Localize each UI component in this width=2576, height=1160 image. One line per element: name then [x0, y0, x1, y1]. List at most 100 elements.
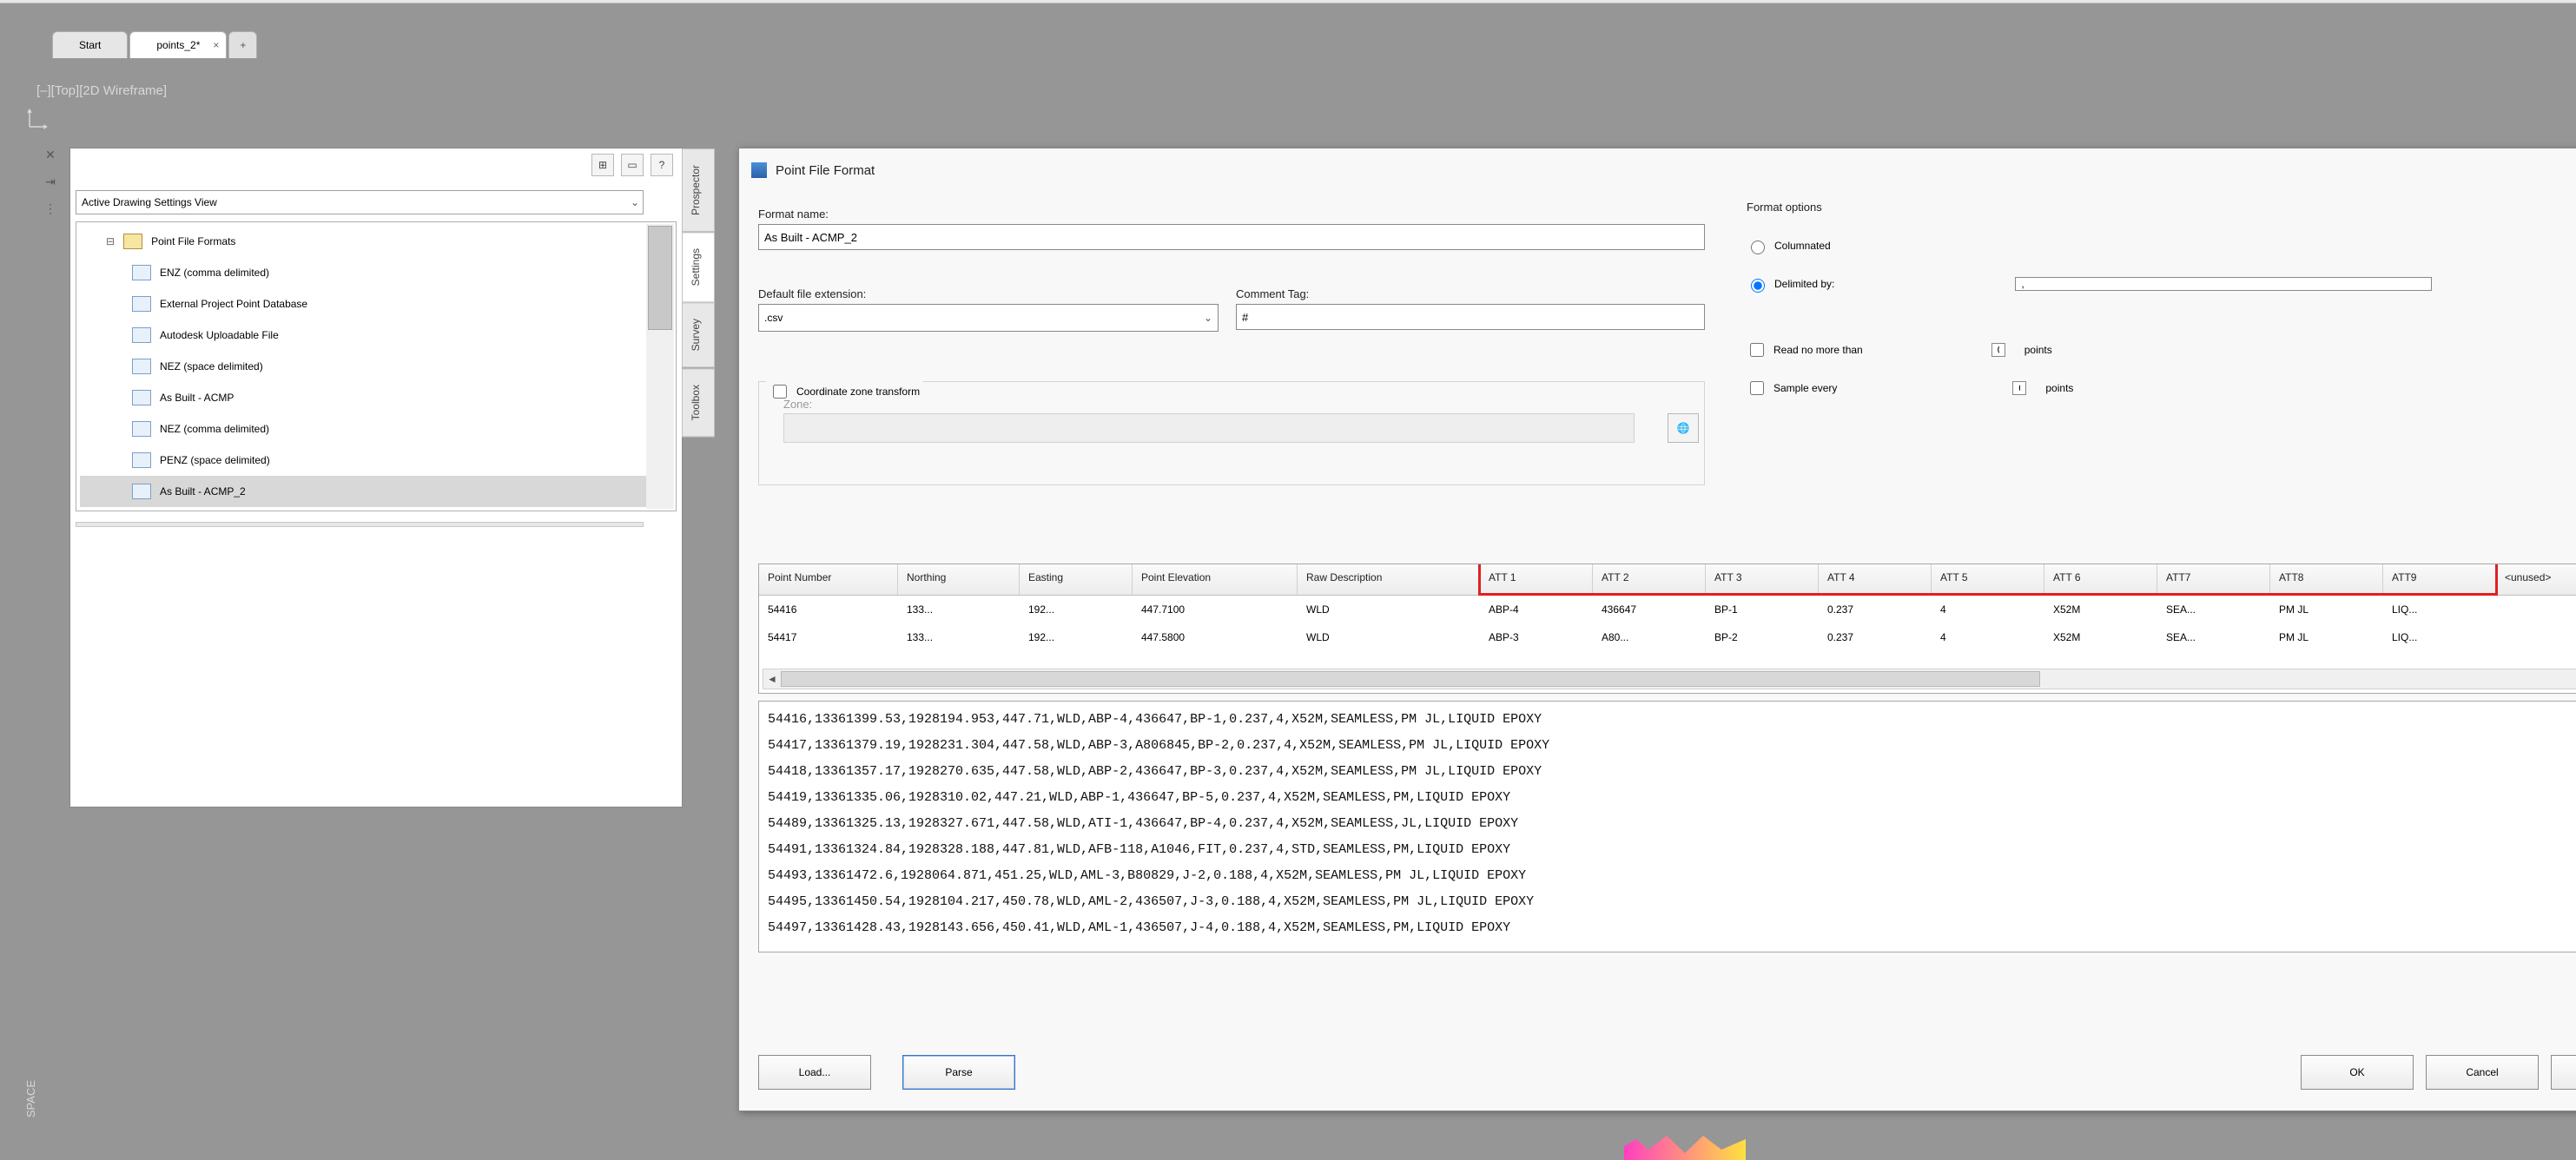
scroll-left-icon[interactable]: ◄ [763, 669, 781, 689]
pin-icon[interactable]: ⇥ [45, 175, 56, 189]
table-cell [2496, 634, 2576, 641]
default-ext-value: .csv [764, 312, 783, 324]
tree-scrollbar[interactable] [646, 224, 674, 509]
tab-start[interactable]: Start [52, 31, 128, 58]
viewport-label[interactable]: [–][Top][2D Wireframe] [36, 83, 167, 98]
zone-label: Zone: [783, 398, 812, 411]
load-button[interactable]: Load... [758, 1055, 871, 1090]
table-row[interactable]: 54417133...192...447.5800WLDABP-3A80...B… [759, 623, 2576, 651]
column-header[interactable]: Point Elevation [1133, 564, 1298, 595]
column-header[interactable]: ATT8 [2270, 564, 2383, 595]
tree-view-icon[interactable]: ▭ [621, 154, 644, 176]
column-header[interactable]: Point Number [759, 564, 898, 595]
table-cell: X52M [2044, 628, 2157, 647]
settings-view-dropdown[interactable]: Active Drawing Settings View ⌄ [76, 190, 644, 214]
toolspace-panel: ⊞ ▭ ? Active Drawing Settings View ⌄ ⊟Po… [69, 148, 683, 807]
tree-item[interactable]: PENZ (comma delimited) [80, 507, 672, 511]
format-name-label: Format name: [758, 208, 1705, 221]
columnated-radio[interactable] [1751, 241, 1765, 254]
tree-root[interactable]: ⊟Point File Formats [80, 226, 672, 257]
table-cell: PM JL [2270, 600, 2383, 619]
dialog-buttons: Load... Parse OK Cancel Help [758, 1055, 2576, 1090]
default-ext-dropdown[interactable]: .csv ⌄ [758, 304, 1219, 332]
ribbon-bar [0, 0, 2576, 3]
delimiter-input[interactable] [2015, 277, 2432, 291]
coord-zone-transform-label: Coordinate zone transform [796, 386, 920, 398]
close-icon[interactable]: × [213, 39, 219, 51]
column-header[interactable]: ATT7 [2157, 564, 2270, 595]
help-button[interactable]: Help [2551, 1055, 2576, 1090]
tree-item[interactable]: PENZ (space delimited) [80, 445, 672, 476]
tree-expand-icon[interactable]: ⊞ [591, 154, 614, 176]
table-cell: 4 [1932, 600, 2044, 619]
table-cell: 447.7100 [1133, 600, 1298, 619]
table-cell: 436647 [1593, 600, 1706, 619]
parse-button[interactable]: Parse [902, 1055, 1015, 1090]
drawing-graphic [1624, 1125, 1746, 1160]
document-tabs: Start points_2* × + [52, 23, 257, 58]
tree-item[interactable]: Autodesk Uploadable File [80, 320, 672, 351]
column-header[interactable]: ATT 4 [1819, 564, 1932, 595]
table-cell: 192... [1020, 628, 1133, 647]
grid-h-scrollbar[interactable]: ◄ ► [763, 669, 2576, 689]
raw-data-preview[interactable]: 54416,13361399.53,1928194.953,447.71,WLD… [758, 701, 2576, 952]
column-header[interactable]: Northing [898, 564, 1020, 595]
column-header[interactable]: ATT 1 [1480, 564, 1593, 595]
settings-tree: ⊟Point File FormatsENZ (comma delimited)… [76, 221, 677, 511]
delimited-radio[interactable] [1751, 279, 1765, 293]
tab-points2[interactable]: points_2* × [129, 31, 227, 58]
points-suffix: points [2024, 344, 2052, 356]
format-options-label: Format options [1747, 201, 1822, 214]
tree-item[interactable]: As Built - ACMP_2 [80, 476, 672, 507]
plus-icon: + [240, 39, 246, 51]
ok-button[interactable]: OK [2301, 1055, 2414, 1090]
chevron-down-icon: ⌄ [631, 196, 639, 208]
new-tab-button[interactable]: + [228, 31, 257, 58]
toolspace-tab-survey[interactable]: Survey [682, 302, 715, 367]
table-row[interactable]: 54416133...192...447.7100WLDABP-4436647B… [759, 596, 2576, 623]
column-mapping-grid[interactable]: Point NumberNorthingEastingPoint Elevati… [758, 564, 2576, 694]
toolspace-tab-settings[interactable]: Settings [682, 232, 715, 302]
settings-view-label: Active Drawing Settings View [82, 196, 217, 208]
help-icon[interactable]: ? [651, 154, 673, 176]
coord-zone-transform-checkbox[interactable] [773, 385, 787, 399]
dialog-titlebar[interactable]: Point File Format ✕ [739, 148, 2576, 192]
space-label: SPACE [24, 1080, 37, 1117]
default-ext-label: Default file extension: [758, 287, 1219, 300]
column-header[interactable]: ATT 2 [1593, 564, 1706, 595]
table-cell: 133... [898, 600, 1020, 619]
panel-splitter[interactable] [76, 522, 644, 527]
cancel-button[interactable]: Cancel [2426, 1055, 2539, 1090]
close-icon[interactable]: ✕ [45, 148, 56, 162]
cancel-button-label: Cancel [2466, 1066, 2498, 1078]
column-header[interactable]: <unused> [2496, 564, 2576, 595]
tree-item[interactable]: External Project Point Database [80, 288, 672, 320]
column-header[interactable]: ATT 3 [1706, 564, 1819, 595]
read-no-more-checkbox[interactable] [1750, 343, 1764, 357]
table-cell: 54416 [759, 600, 898, 619]
load-button-label: Load... [799, 1066, 831, 1078]
tree-item[interactable]: NEZ (space delimited) [80, 351, 672, 382]
column-header[interactable]: Easting [1020, 564, 1133, 595]
comment-tag-input[interactable] [1236, 304, 1705, 330]
tree-item[interactable]: NEZ (comma delimited) [80, 413, 672, 445]
table-cell: SEA... [2157, 600, 2270, 619]
ucs-icon [26, 104, 52, 130]
toolspace-tab-prospector[interactable]: Prospector [682, 148, 715, 232]
comment-tag-label: Comment Tag: [1236, 287, 1705, 300]
column-header[interactable]: Raw Description [1298, 564, 1480, 595]
column-header[interactable]: ATT9 [2383, 564, 2496, 595]
tree-item[interactable]: As Built - ACMP [80, 382, 672, 413]
column-header[interactable]: ATT 6 [2044, 564, 2157, 595]
column-header[interactable]: ATT 5 [1932, 564, 2044, 595]
tree-item[interactable]: ENZ (comma delimited) [80, 257, 672, 288]
tab-start-label: Start [79, 39, 101, 51]
read-no-more-input[interactable] [1991, 343, 2005, 357]
toolspace-tab-toolbox[interactable]: Toolbox [682, 368, 715, 437]
format-name-input[interactable] [758, 224, 1705, 250]
menu-icon[interactable]: ⋮ [44, 201, 56, 216]
sample-every-input[interactable] [2012, 381, 2026, 395]
zone-browse-button[interactable]: 🌐 [1668, 413, 1699, 443]
sample-every-checkbox[interactable] [1750, 381, 1764, 395]
ok-button-label: OK [2349, 1066, 2364, 1078]
